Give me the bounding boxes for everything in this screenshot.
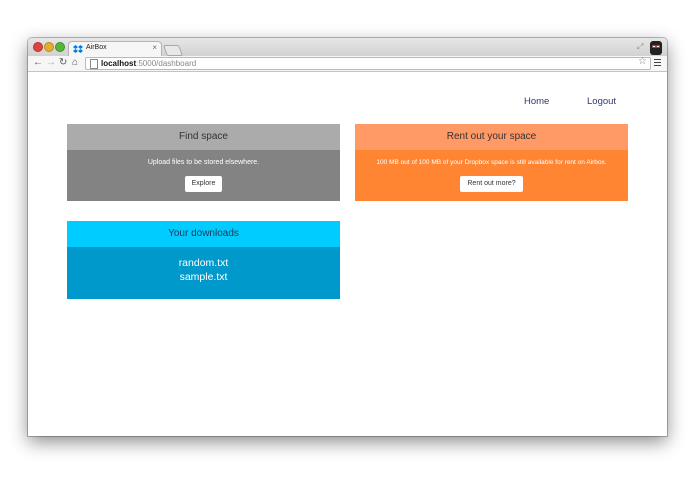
- forward-arrow-icon[interactable]: →: [46, 57, 56, 69]
- dropbox-icon: [73, 45, 83, 53]
- url-text: localhost:5000/dashboard: [101, 58, 196, 69]
- back-arrow-icon[interactable]: ←: [33, 57, 43, 69]
- page-icon: [90, 59, 98, 69]
- close-window-button[interactable]: [33, 42, 43, 52]
- download-item-random[interactable]: random.txt: [67, 256, 340, 270]
- url-path: :5000/dashboard: [136, 59, 197, 68]
- find-space-title: Find space: [67, 124, 340, 150]
- rent-space-card: Rent out your space 100 MB out of 100 MB…: [355, 124, 628, 201]
- browser-tab[interactable]: AirBox ×: [68, 41, 162, 57]
- find-space-card: Find space Upload files to be stored els…: [67, 124, 340, 201]
- home-link[interactable]: Home: [524, 96, 549, 107]
- reload-icon[interactable]: ↻: [59, 57, 67, 69]
- home-icon[interactable]: ⌂: [72, 57, 78, 69]
- rent-space-title: Rent out your space: [355, 124, 628, 150]
- downloads-card: Your downloads random.txt sample.txt: [67, 221, 340, 299]
- maximize-window-button[interactable]: [55, 42, 65, 52]
- menu-icon[interactable]: [654, 59, 661, 66]
- download-item-sample[interactable]: sample.txt: [67, 270, 340, 284]
- page-content: Home Logout Find space Upload files to b…: [28, 72, 667, 436]
- find-space-description: Upload files to be stored elsewhere.: [147, 159, 260, 166]
- tab-close-icon[interactable]: ×: [152, 43, 157, 52]
- browser-window: AirBox × ⤢ ← → ↻ ⌂ localhost:5000/dashbo…: [28, 38, 667, 436]
- downloads-list: random.txt sample.txt: [67, 247, 340, 299]
- address-bar[interactable]: localhost:5000/dashboard: [85, 57, 651, 70]
- rent-space-description: 100 MB out of 100 MB of your Dropbox spa…: [376, 159, 607, 166]
- bookmark-star-icon[interactable]: ☆: [638, 56, 647, 68]
- fullscreen-icon[interactable]: ⤢: [637, 42, 643, 52]
- rent-out-more-button[interactable]: Rent out more?: [460, 176, 523, 192]
- browser-toolbar: ← → ↻ ⌂ localhost:5000/dashboard ☆: [28, 56, 667, 72]
- logout-link[interactable]: Logout: [587, 96, 616, 107]
- find-space-body: Upload files to be stored elsewhere. Exp…: [67, 150, 340, 201]
- tab-title: AirBox: [86, 44, 107, 51]
- minimize-window-button[interactable]: [44, 42, 54, 52]
- url-host: localhost: [101, 59, 137, 68]
- explore-button[interactable]: Explore: [184, 176, 223, 192]
- rent-space-body: 100 MB out of 100 MB of your Dropbox spa…: [355, 150, 628, 201]
- downloads-title: Your downloads: [67, 221, 340, 247]
- new-tab-button[interactable]: [162, 45, 184, 56]
- tab-strip: AirBox × ⤢: [28, 38, 667, 57]
- user-avatar-icon[interactable]: [648, 39, 664, 55]
